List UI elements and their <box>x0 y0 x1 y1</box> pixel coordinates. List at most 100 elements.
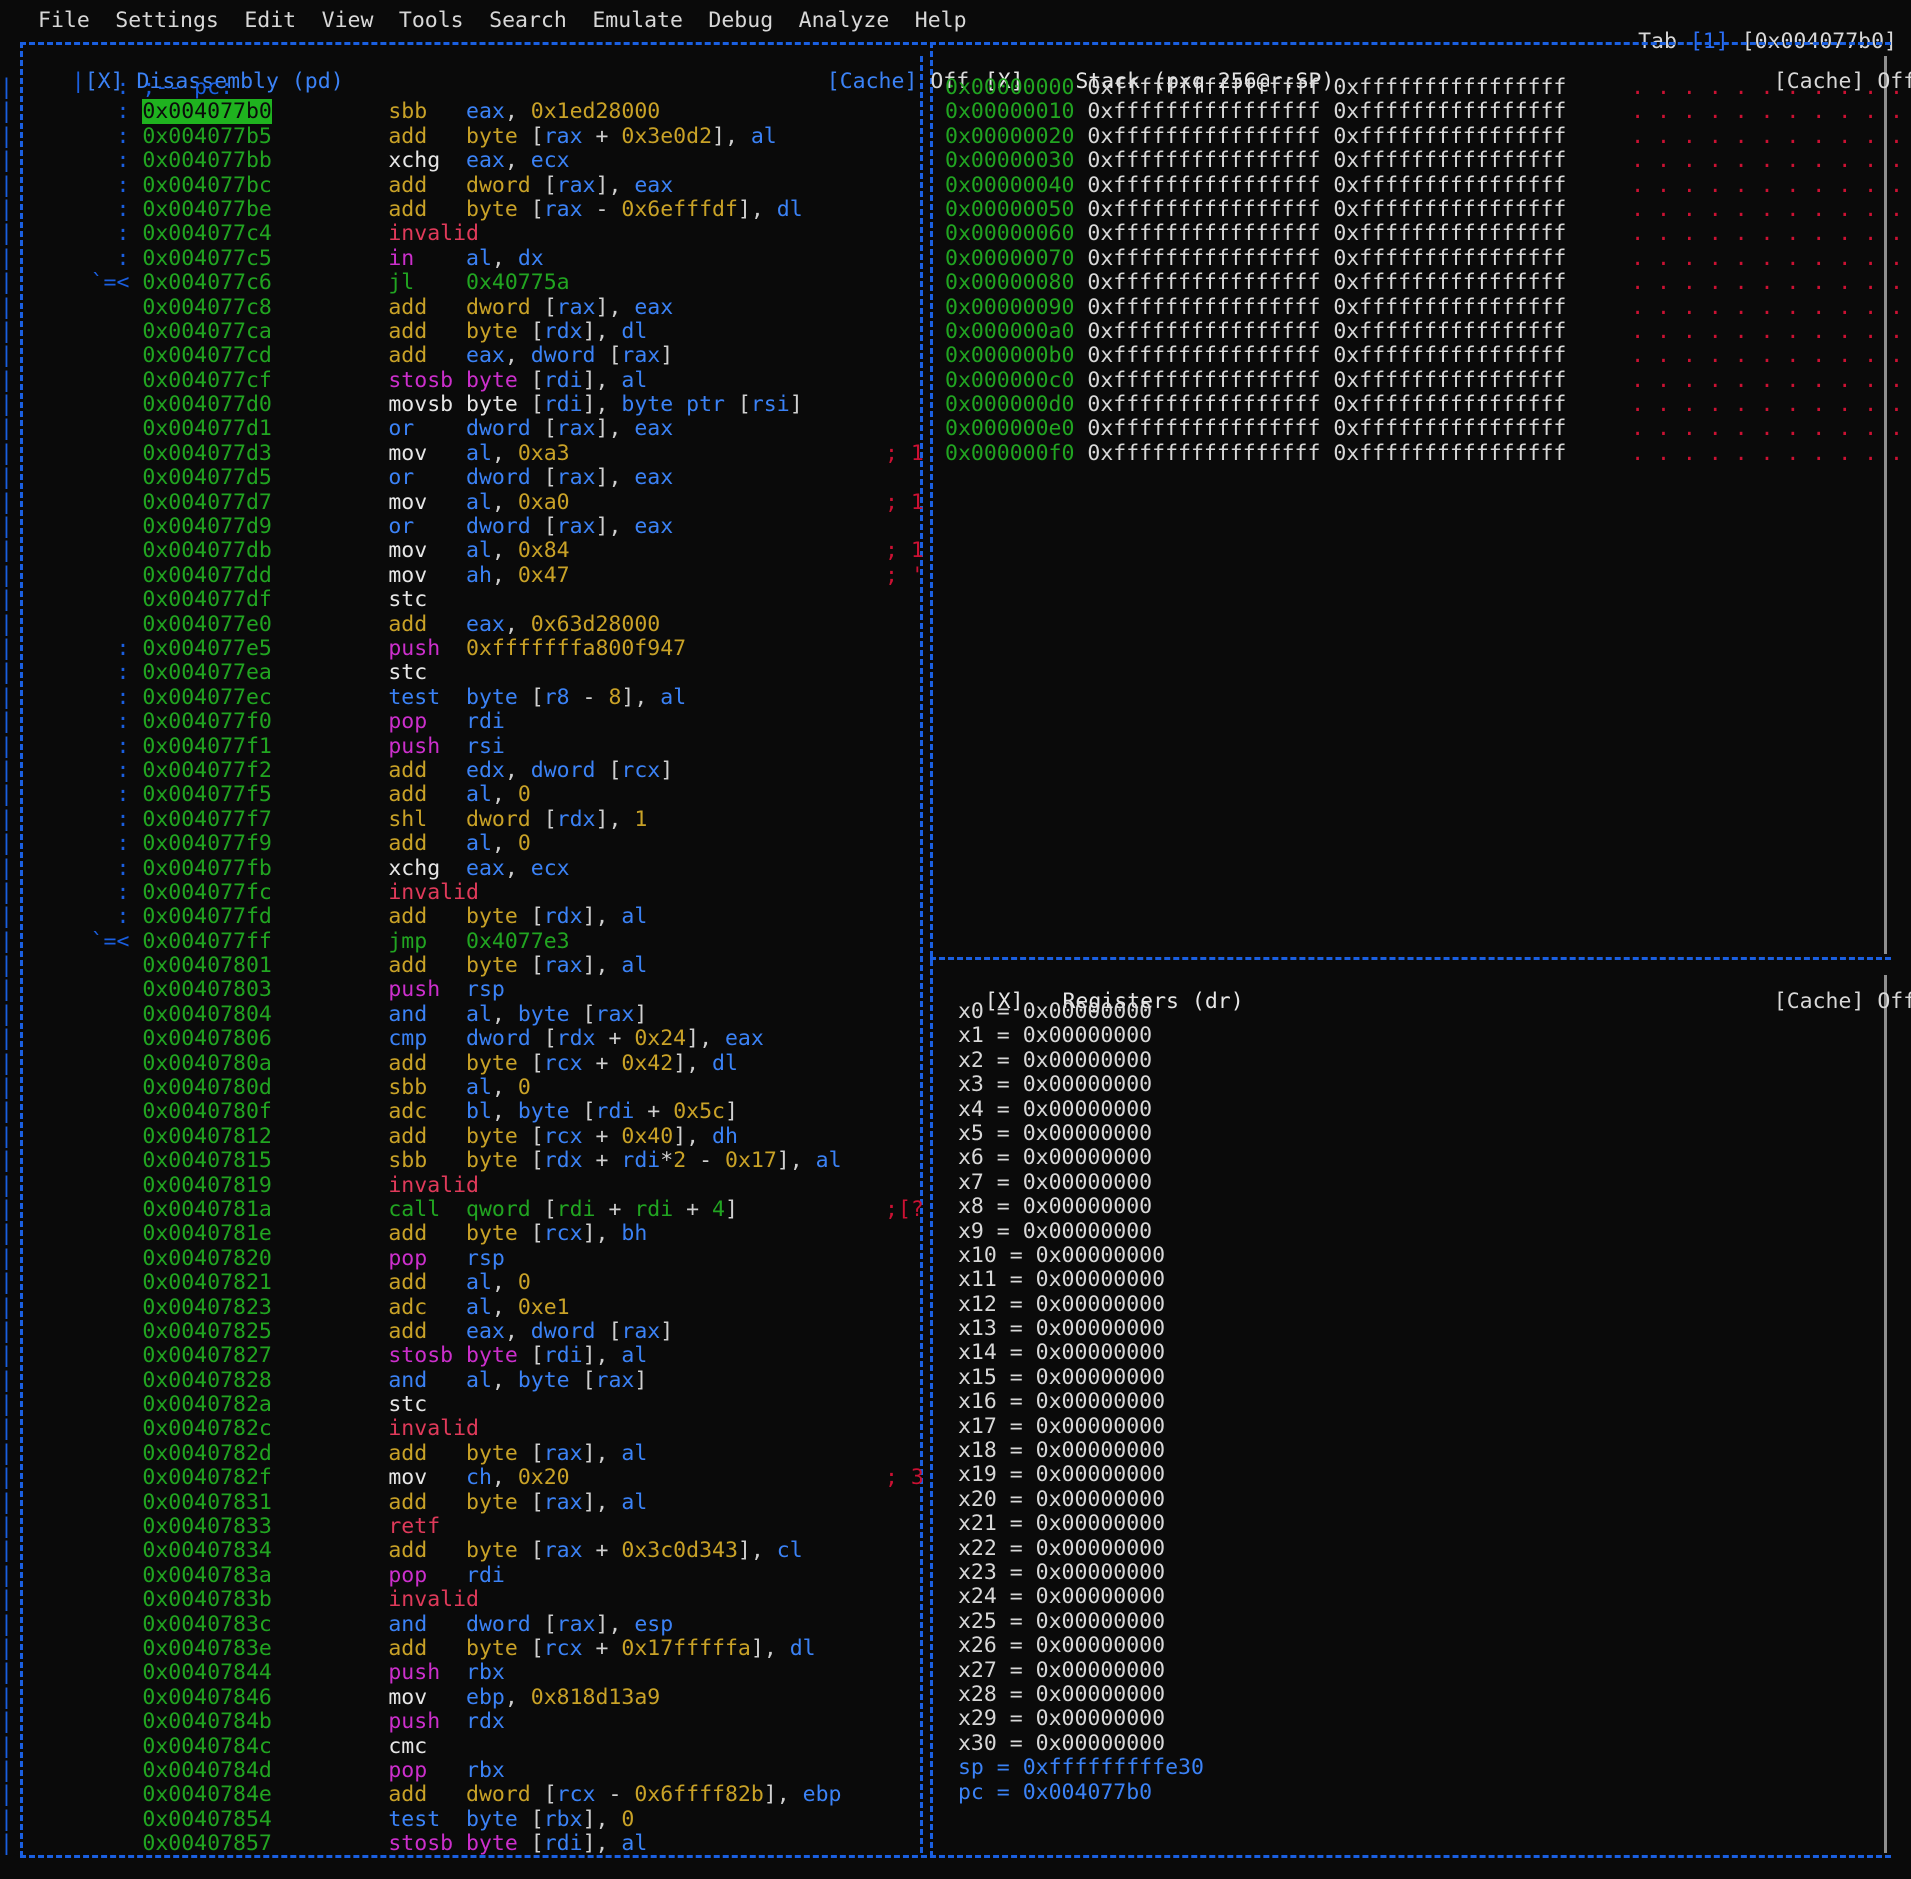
instruction-address[interactable]: 0x0040784c <box>142 1734 271 1759</box>
disassembly-line[interactable]: | 0x0040781a call qword [rdi + rdi + 4];… <box>0 1197 935 1222</box>
instruction-address[interactable]: 0x004077fb <box>142 856 271 881</box>
disassembly-line[interactable]: | 0x004077cf stosb byte [rdi], al <box>0 368 935 393</box>
disassembly-line[interactable]: | 0x00407819 invalid <box>0 1173 935 1198</box>
instruction-address[interactable]: 0x004077f7 <box>142 807 271 832</box>
menu-item-analyze[interactable]: Analyze <box>799 8 890 33</box>
disassembly-line[interactable]: | : 0x004077c4 invalid <box>0 222 935 246</box>
disassembly-line[interactable]: | 0x0040783e add byte [rcx + 0x17fffffa]… <box>0 1636 935 1661</box>
stack-row[interactable]: 0x000000a0 0xffffffffffffffff 0xffffffff… <box>945 319 1911 344</box>
register-row[interactable]: x10 = 0x00000000 <box>945 1243 1204 1268</box>
register-row[interactable]: x1 = 0x00000000 <box>945 1024 1204 1048</box>
menu-item-emulate[interactable]: Emulate <box>592 8 683 33</box>
disassembly-line[interactable]: | 0x00407834 add byte [rax + 0x3c0d343],… <box>0 1539 935 1563</box>
stack-row[interactable]: 0x00000090 0xffffffffffffffff 0xffffffff… <box>945 295 1911 320</box>
instruction-address[interactable]: 0x004077f9 <box>142 831 271 856</box>
register-row[interactable]: x8 = 0x00000000 <box>945 1194 1204 1219</box>
instruction-address[interactable]: 0x00407834 <box>142 1538 271 1563</box>
registers-listing[interactable]: x0 = 0x00000000 x1 = 0x00000000 x2 = 0x0… <box>945 999 1204 1805</box>
instruction-address[interactable]: 0x004077d5 <box>142 465 271 490</box>
disassembly-line[interactable]: | 0x004077dd mov ah, 0x47 ; ' <box>0 563 935 588</box>
instruction-address[interactable]: 0x004077d9 <box>142 514 271 539</box>
stack-row[interactable]: 0x00000070 0xffffffffffffffff 0xffffffff… <box>945 246 1911 271</box>
disassembly-line[interactable]: | 0x00407803 push rsp <box>0 978 935 1002</box>
disassembly-line[interactable]: | 0x00407828 and al, byte [rax] <box>0 1368 935 1393</box>
disassembly-line[interactable]: | 0x0040782f mov ch, 0x20 ; 3 <box>0 1465 935 1490</box>
disassembly-line[interactable]: | 0x004077df stc <box>0 588 935 612</box>
disassembly-line[interactable]: | 0x00407833 retf <box>0 1514 935 1539</box>
disassembly-line[interactable]: | 0x00407827 stosb byte [rdi], al <box>0 1344 935 1368</box>
instruction-address[interactable]: 0x004077df <box>142 587 271 612</box>
instruction-address[interactable]: 0x00407803 <box>142 977 271 1002</box>
disassembly-line[interactable]: | 0x00407812 add byte [rcx + 0x40], dh <box>0 1124 935 1149</box>
register-row[interactable]: x26 = 0x00000000 <box>945 1633 1204 1658</box>
disassembly-line[interactable]: | : 0x004077bb xchg eax, ecx <box>0 148 935 173</box>
instruction-address[interactable]: 0x004077fc <box>142 880 271 905</box>
stack-row[interactable]: 0x00000020 0xffffffffffffffff 0xffffffff… <box>945 124 1911 149</box>
instruction-address[interactable]: 0x0040783c <box>142 1612 271 1637</box>
register-row[interactable]: x24 = 0x00000000 <box>945 1585 1204 1609</box>
register-row[interactable]: x14 = 0x00000000 <box>945 1341 1204 1365</box>
register-row[interactable]: sp = 0xfffffffffe30 <box>945 1755 1204 1780</box>
instruction-address[interactable]: 0x004077d7 <box>142 490 271 515</box>
instruction-address[interactable]: 0x00407823 <box>142 1295 271 1320</box>
instruction-address[interactable]: 0x004077c8 <box>142 295 271 320</box>
instruction-address[interactable]: 0x0040784e <box>142 1782 271 1807</box>
disassembly-line[interactable]: | : 0x004077e5 push 0xfffffffa800f947 <box>0 636 935 661</box>
instruction-address[interactable]: 0x00407801 <box>142 953 271 978</box>
disassembly-line[interactable]: | 0x0040780d sbb al, 0 <box>0 1075 935 1100</box>
menu-item-view[interactable]: View <box>322 8 374 33</box>
disassembly-line[interactable]: | 0x0040783c and dword [rax], esp <box>0 1612 935 1637</box>
disassembly-line[interactable]: | 0x00407854 test byte [rbx], 0 <box>0 1807 935 1832</box>
disassembly-line[interactable]: | 0x004077d0 movsb byte [rdi], byte ptr … <box>0 392 935 417</box>
register-row[interactable]: x19 = 0x00000000 <box>945 1463 1204 1487</box>
instruction-address[interactable]: 0x0040783b <box>142 1587 271 1612</box>
disassembly-line[interactable]: | : ;-- pc: <box>0 75 935 100</box>
stack-row[interactable]: 0x00000040 0xffffffffffffffff 0xffffffff… <box>945 173 1911 198</box>
disassembly-line[interactable]: | 0x004077d9 or dword [rax], eax <box>0 514 935 539</box>
instruction-address[interactable]: 0x00407820 <box>142 1246 271 1271</box>
instruction-address[interactable]: 0x0040782f <box>142 1465 271 1490</box>
instruction-address[interactable]: 0x004077b5 <box>142 124 271 149</box>
disassembly-line[interactable]: | 0x0040784c cmc <box>0 1734 935 1759</box>
disassembly-line[interactable]: | : 0x004077fd add byte [rdx], al <box>0 905 935 929</box>
stack-row[interactable]: 0x000000f0 0xffffffffffffffff 0xffffffff… <box>945 441 1911 466</box>
register-row[interactable]: x27 = 0x00000000 <box>945 1658 1204 1683</box>
disassembly-line[interactable]: | 0x0040780f adc bl, byte [rdi + 0x5c] <box>0 1100 935 1124</box>
instruction-address[interactable]: 0x0040784b <box>142 1709 271 1734</box>
disassembly-line[interactable]: | 0x00407821 add al, 0 <box>0 1270 935 1295</box>
stack-row[interactable]: 0x00000000 0xffffffffffffffff 0xffffffff… <box>945 75 1911 100</box>
menu-item-settings[interactable]: Settings <box>115 8 219 33</box>
disassembly-line[interactable]: | : 0x004077ec test byte [r8 - 8], al <box>0 685 935 710</box>
disassembly-line[interactable]: | 0x0040784b push rdx <box>0 1709 935 1734</box>
instruction-address[interactable]: 0x00407804 <box>142 1002 271 1027</box>
disassembly-line[interactable]: | 0x0040780a add byte [rcx + 0x42], dl <box>0 1051 935 1076</box>
instruction-address[interactable]: 0x004077c4 <box>142 221 271 246</box>
disassembly-line[interactable]: | : 0x004077c5 in al, dx <box>0 246 935 271</box>
register-row[interactable]: x0 = 0x00000000 <box>945 999 1204 1024</box>
instruction-address[interactable]: 0x0040783a <box>142 1563 271 1588</box>
instruction-address[interactable]: 0x00407831 <box>142 1490 271 1515</box>
disassembly-line[interactable]: | 0x004077ca add byte [rdx], dl <box>0 319 935 344</box>
instruction-address[interactable]: 0x004077e5 <box>142 636 271 661</box>
menu-item-tools[interactable]: Tools <box>399 8 464 33</box>
disassembly-line[interactable]: | 0x00407831 add byte [rax], al <box>0 1490 935 1515</box>
register-row[interactable]: x12 = 0x00000000 <box>945 1292 1204 1317</box>
instruction-address[interactable]: 0x004077ea <box>142 660 271 685</box>
instruction-address[interactable]: 0x004077fd <box>142 904 271 929</box>
stack-row[interactable]: 0x00000010 0xffffffffffffffff 0xffffffff… <box>945 100 1911 124</box>
disassembly-line[interactable]: | 0x004077c8 add dword [rax], eax <box>0 295 935 320</box>
instruction-address[interactable]: 0x00407833 <box>142 1514 271 1539</box>
instruction-address[interactable]: 0x00407819 <box>142 1173 271 1198</box>
instruction-address[interactable]: 0x004077ff <box>142 929 271 954</box>
instruction-address[interactable]: 0x004077bc <box>142 173 271 198</box>
register-row[interactable]: pc = 0x004077b0 <box>945 1780 1204 1805</box>
instruction-address[interactable]: 0x004077be <box>142 197 271 222</box>
disassembly-line[interactable]: | 0x004077e0 add eax, 0x63d28000 <box>0 612 935 637</box>
disassembly-line[interactable]: | `=< 0x004077c6 jl 0x40775a <box>0 270 935 295</box>
disassembly-line[interactable]: | : 0x004077f5 add al, 0 <box>0 783 935 807</box>
register-row[interactable]: x15 = 0x00000000 <box>945 1365 1204 1390</box>
disassembly-line[interactable]: | : 0x004077ea stc <box>0 661 935 685</box>
instruction-address[interactable]: 0x00407857 <box>142 1831 271 1856</box>
stack-row[interactable]: 0x00000030 0xffffffffffffffff 0xffffffff… <box>945 148 1911 173</box>
disassembly-line[interactable]: | 0x0040784d pop rbx <box>0 1758 935 1783</box>
